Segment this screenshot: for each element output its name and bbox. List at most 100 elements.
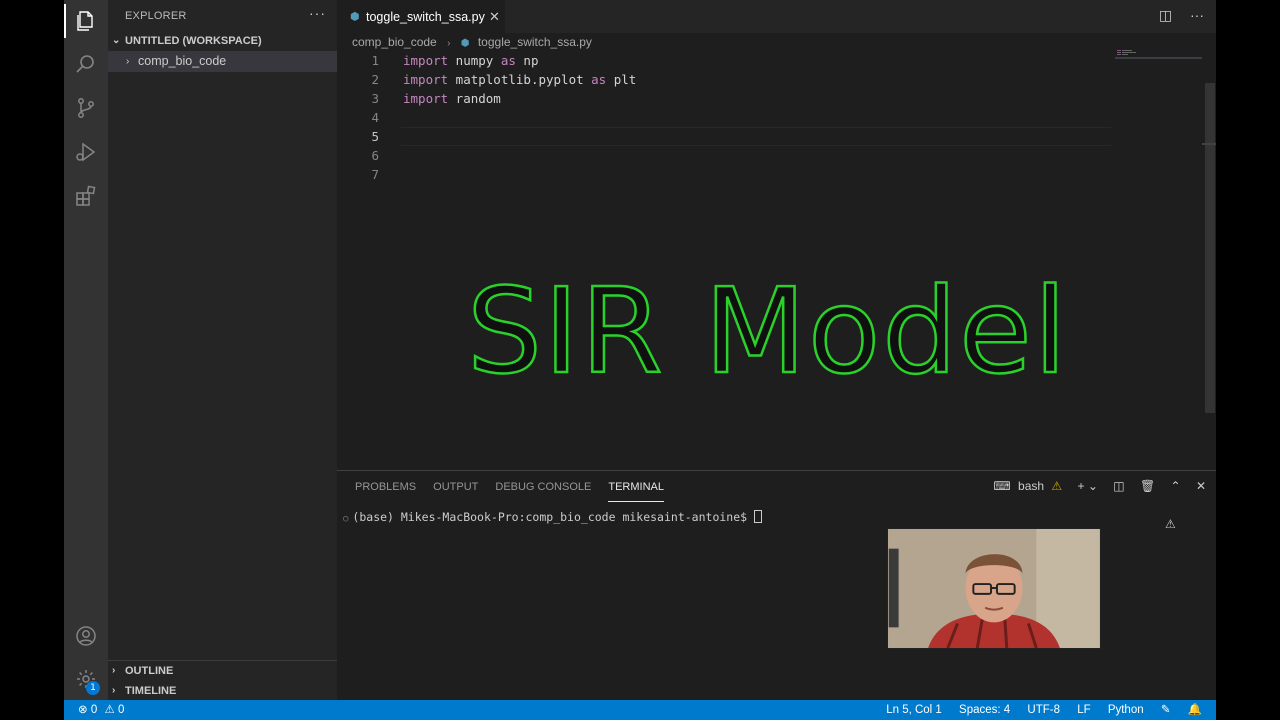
code-token: plt <box>606 72 637 87</box>
tab-bar: ⬢ toggle_switch_ssa.py ✕ ◫ ··· <box>337 0 1216 33</box>
close-icon[interactable]: ✕ <box>489 1 500 33</box>
terminal-icon: ⌨ <box>993 479 1011 493</box>
panel-tab-output[interactable]: OUTPUT <box>433 480 478 502</box>
panel-tabs: PROBLEMS OUTPUT DEBUG CONSOLE TERMINAL <box>355 480 681 502</box>
overlay-title: SIR Model <box>466 261 1069 402</box>
timeline-label: TIMELINE <box>125 685 177 697</box>
warning-icon: ⚠ <box>1051 479 1063 493</box>
error-count: 0 <box>90 704 98 716</box>
explorer-title: EXPLORER <box>125 10 187 22</box>
breadcrumb-file[interactable]: toggle_switch_ssa.py <box>478 35 592 49</box>
code-token: random <box>448 91 501 106</box>
run-debug-icon[interactable] <box>74 140 98 164</box>
end-of-line[interactable]: LF <box>1077 704 1090 716</box>
workspace-section-header[interactable]: ⌄ UNTITLED (WORKSPACE) <box>108 31 337 51</box>
outline-label: OUTLINE <box>125 665 174 677</box>
account-icon[interactable] <box>74 624 98 648</box>
breadcrumb-folder[interactable]: comp_bio_code <box>352 35 437 49</box>
explorer-sidebar: EXPLORER ··· ⌄ UNTITLED (WORKSPACE) › co… <box>108 0 337 700</box>
error-icon: ⊗ <box>78 704 88 716</box>
line-number: 7 <box>371 167 379 182</box>
bell-icon[interactable]: 🔔 <box>1188 704 1202 716</box>
chevron-down-icon: ⌄ <box>112 35 121 46</box>
active-indicator <box>64 4 66 38</box>
more-actions-icon[interactable]: ··· <box>1190 7 1204 23</box>
panel-tab-terminal[interactable]: TERMINAL <box>608 480 664 502</box>
problems-indicator[interactable]: ⊗ 0 ⚠ 0 <box>78 700 124 720</box>
indentation[interactable]: Spaces: 4 <box>959 704 1010 716</box>
explorer-files-icon[interactable] <box>74 9 98 33</box>
warning-count: 0 <box>117 704 125 716</box>
search-icon[interactable] <box>74 52 98 76</box>
warning-icon: ⚠ <box>104 704 115 716</box>
code-line[interactable]: 6 <box>337 146 1177 165</box>
editor-area: ⬢ toggle_switch_ssa.py ✕ ◫ ··· comp_bio_… <box>337 0 1216 470</box>
code-text: import numpy as np <box>403 51 538 70</box>
close-panel-icon[interactable]: ✕ <box>1196 479 1206 493</box>
language-mode[interactable]: Python <box>1108 704 1144 716</box>
more-actions-icon[interactable]: ··· <box>309 5 326 21</box>
tree-item-folder[interactable]: › comp_bio_code <box>108 51 337 72</box>
cursor-position[interactable]: Ln 5, Col 1 <box>886 704 942 716</box>
extensions-icon[interactable] <box>74 184 98 208</box>
maximize-panel-icon[interactable]: ⌃ <box>1171 479 1181 493</box>
terminal-cursor <box>754 510 762 523</box>
code-line[interactable]: 1 import numpy as np <box>337 51 1177 70</box>
code-editor[interactable]: 1 import numpy as np 2 import matplotlib.py… <box>337 51 1177 184</box>
python-file-icon: ⬢ <box>460 38 470 49</box>
outline-section-header[interactable]: › OUTLINE <box>108 661 337 681</box>
line-number: 6 <box>371 148 379 163</box>
scrollbar-thumb[interactable] <box>1205 83 1215 413</box>
python-file-icon: ⬢ <box>350 11 360 23</box>
shell-label[interactable]: bash <box>1018 479 1044 493</box>
scrollbar-cursor-marker <box>1202 143 1216 145</box>
chevron-right-icon: › <box>447 38 451 49</box>
keyword-token: import <box>403 91 449 106</box>
keyword-token: as <box>591 72 607 87</box>
vertical-scrollbar[interactable] <box>1202 33 1216 470</box>
chevron-right-icon: › <box>112 665 116 676</box>
minimap[interactable] <box>1117 50 1147 56</box>
workspace-label: UNTITLED (WORKSPACE) <box>125 35 262 47</box>
terminal-prompt: (base) Mikes-MacBook-Pro:comp_bio_code m… <box>352 510 754 524</box>
panel-tab-problems[interactable]: PROBLEMS <box>355 480 416 502</box>
code-line[interactable]: 7 <box>337 165 1177 184</box>
new-terminal-icon[interactable]: + ⌄ <box>1078 479 1098 493</box>
editor-actions: ◫ ··· <box>1145 7 1204 24</box>
line-number: 5 <box>371 129 379 144</box>
trash-icon[interactable]: 🗑 <box>1140 479 1155 493</box>
feedback-icon[interactable]: ✎ <box>1161 704 1171 716</box>
tab-label: toggle_switch_ssa.py <box>366 10 485 24</box>
code-line[interactable]: 2 import matplotlib.pyplot as plt <box>337 70 1177 89</box>
line-number: 2 <box>371 72 379 87</box>
timeline-section-header[interactable]: › TIMELINE <box>108 681 337 701</box>
split-editor-icon[interactable]: ◫ <box>1159 7 1172 23</box>
code-text: import random <box>403 89 501 108</box>
panel-tab-debug-console[interactable]: DEBUG CONSOLE <box>495 480 591 502</box>
line-number: 3 <box>371 91 379 106</box>
breadcrumb: comp_bio_code › ⬢ toggle_switch_ssa.py <box>352 34 592 50</box>
line-number: 4 <box>371 110 379 125</box>
folder-label: comp_bio_code <box>138 54 227 68</box>
chevron-right-icon: › <box>126 56 130 67</box>
minimap-slider[interactable] <box>1115 57 1203 59</box>
activity-bar: 1 <box>64 0 108 700</box>
code-token: matplotlib.pyplot <box>448 72 592 87</box>
chevron-right-icon: › <box>112 685 116 696</box>
status-bar: ⊗ 0 ⚠ 0 Ln 5, Col 1 Spaces: 4 UTF-8 LF P… <box>64 700 1216 720</box>
warning-icon: ⚠ <box>1165 517 1176 531</box>
code-line[interactable]: 3 import random <box>337 89 1177 108</box>
split-terminal-icon[interactable]: ◫ <box>1113 479 1124 493</box>
encoding[interactable]: UTF-8 <box>1027 704 1060 716</box>
prompt-status-icon: ○ <box>343 514 349 524</box>
code-text: import matplotlib.pyplot as plt <box>403 70 636 89</box>
keyword-token: as <box>500 53 516 68</box>
code-line[interactable]: 5 <box>337 127 1177 146</box>
keyword-token: import <box>403 53 449 68</box>
vscode-window: 1 EXPLORER ··· ⌄ UNTITLED (WORKSPACE) › … <box>64 0 1216 720</box>
terminal-output[interactable]: ○ (base) Mikes-MacBook-Pro:comp_bio_code … <box>343 509 762 527</box>
keyword-token: import <box>403 72 449 87</box>
code-line[interactable]: 4 <box>337 108 1177 127</box>
tab-toggle-switch-ssa[interactable]: ⬢ toggle_switch_ssa.py ✕ <box>337 0 505 33</box>
source-control-icon[interactable] <box>74 96 98 120</box>
